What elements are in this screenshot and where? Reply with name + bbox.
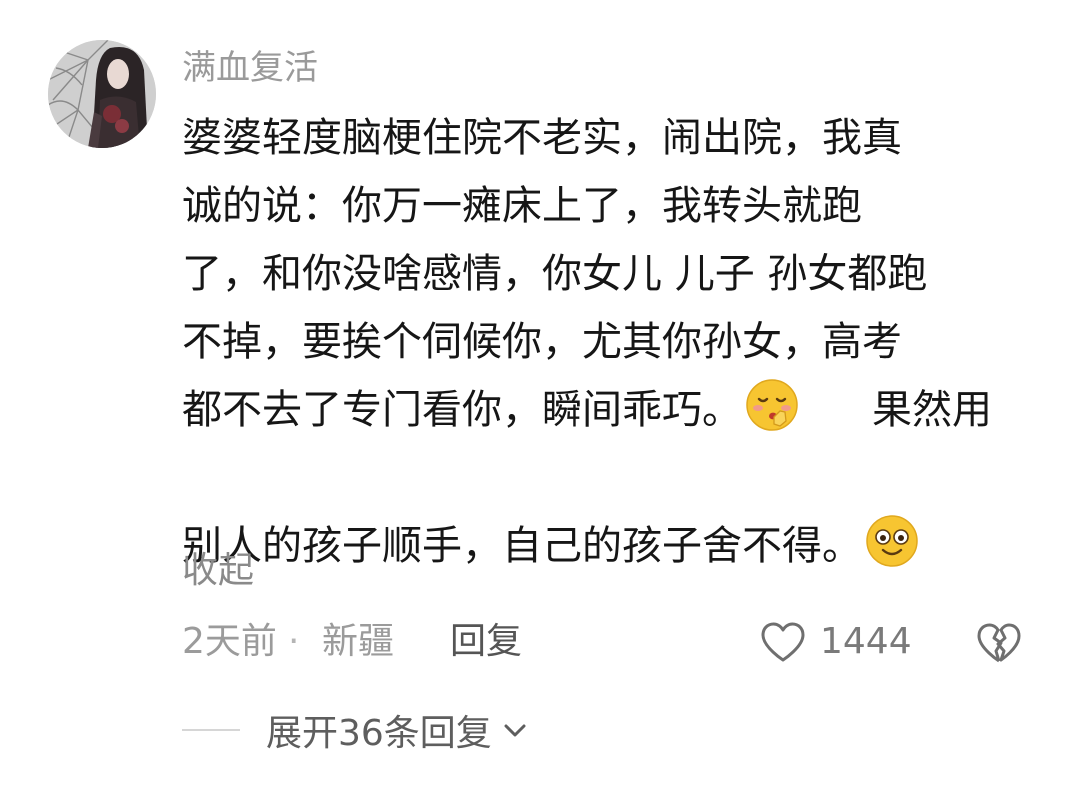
comment-item: 满血复活 婆婆轻度脑梗住院不老实，闹出院，我真 诚的说：你万一瘫床上了，我转头就… bbox=[0, 0, 1080, 785]
comment-line: 别人的孩子顺手，自己的孩子舍不得。 bbox=[182, 512, 1022, 580]
username[interactable]: 满血复活 bbox=[182, 44, 318, 92]
expand-replies-label: 展开36条回复 bbox=[266, 713, 492, 754]
divider-line bbox=[182, 729, 240, 731]
comment-text: 婆婆轻度脑梗住院不老实，闹出院，我真 诚的说：你万一瘫床上了，我转头就跑 了，和… bbox=[182, 104, 1022, 580]
line-6-tail: 果然用 bbox=[872, 376, 992, 444]
reply-button[interactable]: 回复 bbox=[450, 614, 522, 670]
comment-line: 了，和你没啥感情，你女儿 儿子 孙女都跑 bbox=[182, 251, 928, 297]
comment-line: 婆婆轻度脑梗住院不老实，闹出院，我真 bbox=[182, 115, 902, 161]
comment-line: 诚的说：你万一瘫床上了，我转头就跑 bbox=[182, 183, 862, 229]
timestamp: 2天前 bbox=[182, 621, 277, 662]
comment-line-text: 别人的孩子顺手，自己的孩子舍不得。 bbox=[182, 523, 862, 569]
comment-meta: 2天前 · 新疆 回复 1444 bbox=[182, 614, 1042, 670]
smile-emoji-icon bbox=[866, 515, 918, 567]
meta-separator: · bbox=[288, 621, 300, 662]
comment-line bbox=[182, 444, 1022, 512]
like-count: 1444 bbox=[820, 621, 912, 662]
shush-emoji-icon bbox=[746, 379, 798, 431]
comment-line-text: 果然用 bbox=[872, 387, 992, 433]
location-label: 新疆 bbox=[322, 621, 395, 662]
expand-replies-button[interactable]: 展开36条回复 bbox=[182, 702, 530, 758]
like-button[interactable]: 1444 bbox=[760, 614, 912, 670]
chevron-down-icon bbox=[504, 724, 526, 737]
collapse-button[interactable]: 收起 bbox=[182, 546, 254, 596]
broken-heart-icon bbox=[977, 623, 1021, 663]
avatar[interactable] bbox=[48, 40, 156, 148]
heart-icon bbox=[761, 622, 805, 662]
avatar-image bbox=[48, 40, 156, 148]
comment-line-text: 都不去了专门看你，瞬间乖巧。 bbox=[182, 387, 742, 433]
dislike-button[interactable] bbox=[976, 620, 1022, 666]
comment-line: 不掉，要挨个伺候你，尤其你孙女，高考 bbox=[182, 319, 902, 365]
